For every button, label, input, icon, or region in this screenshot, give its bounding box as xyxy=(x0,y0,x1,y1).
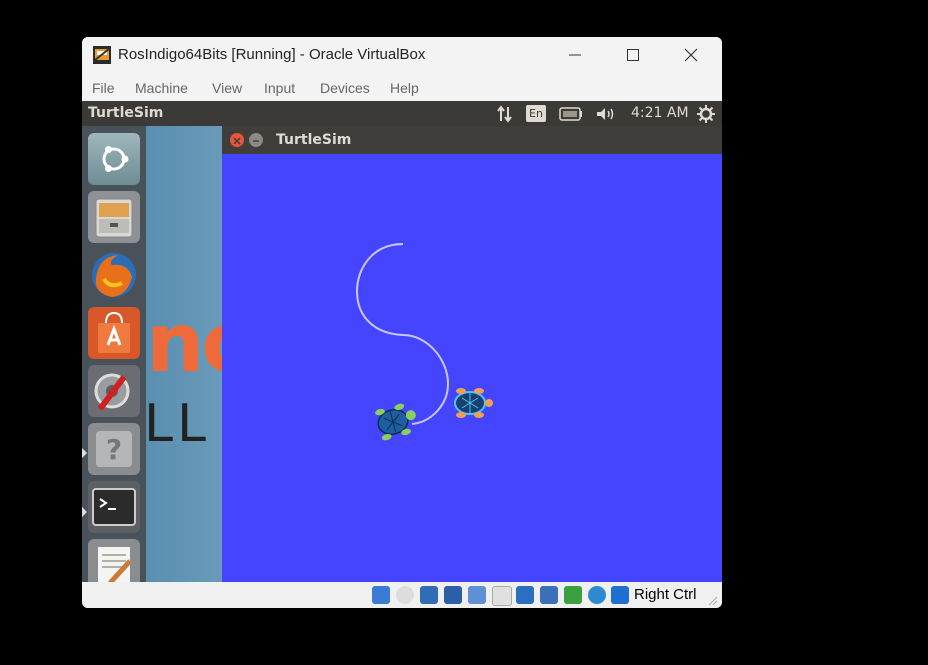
launcher-terminal[interactable] xyxy=(88,481,140,533)
turtlesim-drawing xyxy=(355,243,493,441)
host-key-label: Right Ctrl xyxy=(634,586,697,603)
virtualbox-window: RosIndigo64Bits [Running] - Oracle Virtu… xyxy=(82,37,722,608)
guest-display[interactable]: TurtleSim En 4:21 AM no LL A ? TurtleSim xyxy=(82,101,722,582)
launcher-firefox[interactable] xyxy=(88,249,140,301)
network-icon[interactable] xyxy=(496,105,514,123)
maximize-icon xyxy=(627,49,639,61)
turtle-2-icon xyxy=(454,388,493,418)
audio-icon[interactable] xyxy=(420,586,438,604)
launcher-files[interactable] xyxy=(88,191,140,243)
minimize-button[interactable] xyxy=(546,37,604,74)
shopping-bag-icon xyxy=(98,311,130,353)
menu-input[interactable]: Input xyxy=(264,80,295,96)
session-gear-icon[interactable] xyxy=(697,105,715,123)
clock[interactable]: 4:21 AM xyxy=(631,105,689,121)
terminal-icon xyxy=(92,488,136,526)
launcher-text-editor[interactable] xyxy=(88,539,140,582)
maximize-button[interactable] xyxy=(604,37,662,74)
turtle-trail xyxy=(355,243,450,425)
menu-help[interactable]: Help xyxy=(390,80,419,96)
turtlesim-canvas[interactable] xyxy=(222,154,722,582)
menu-file[interactable]: File xyxy=(92,80,115,96)
title-bar: RosIndigo64Bits [Running] - Oracle Virtu… xyxy=(82,37,722,74)
usb-icon[interactable] xyxy=(468,586,486,604)
window-title: RosIndigo64Bits [Running] - Oracle Virtu… xyxy=(118,46,426,63)
minimize-icon xyxy=(569,54,581,56)
volume-icon[interactable] xyxy=(595,105,617,123)
mouse-integration-icon[interactable] xyxy=(611,586,629,604)
close-button[interactable] xyxy=(662,37,720,74)
ubuntu-logo-icon xyxy=(102,146,129,172)
turtlesim-title: TurtleSim xyxy=(276,132,352,148)
virtualbox-app-icon xyxy=(93,46,111,64)
panel-app-title: TurtleSim xyxy=(88,105,164,121)
turtlesim-window: TurtleSim xyxy=(222,126,722,582)
status-bar: Right Ctrl xyxy=(82,582,722,608)
launcher-help[interactable]: ? xyxy=(88,423,140,475)
menu-bar: File Machine View Input Devices Help xyxy=(82,74,722,101)
video-capture-icon[interactable] xyxy=(540,586,558,604)
optical-drive-icon[interactable] xyxy=(396,586,414,604)
help-question-icon: ? xyxy=(96,431,132,467)
turtlesim-close-button[interactable] xyxy=(230,133,244,147)
file-cabinet-icon xyxy=(95,198,133,238)
launcher-software-center[interactable] xyxy=(88,307,140,359)
network-adapter-icon[interactable] xyxy=(444,586,462,604)
ubuntu-top-panel: TurtleSim En 4:21 AM xyxy=(82,101,722,126)
firefox-icon xyxy=(92,253,136,297)
battery-icon[interactable] xyxy=(559,107,583,121)
unity-launcher: ? xyxy=(82,126,146,582)
menu-view[interactable]: View xyxy=(212,80,242,96)
minimize-icon xyxy=(253,140,259,142)
shared-folders-icon[interactable] xyxy=(492,586,512,606)
launcher-pip xyxy=(82,448,87,458)
turtlesim-title-bar: TurtleSim xyxy=(222,126,722,154)
turtlesim-minimize-button[interactable] xyxy=(249,133,263,147)
settings-wrench-icon xyxy=(94,373,130,411)
cpu-activity-icon[interactable] xyxy=(564,586,582,604)
svg-text:?: ? xyxy=(106,433,122,466)
keyboard-layout-indicator[interactable]: En xyxy=(526,105,546,122)
text-editor-icon xyxy=(98,547,132,582)
display-icon[interactable] xyxy=(516,586,534,604)
menu-machine[interactable]: Machine xyxy=(135,80,188,96)
launcher-pip xyxy=(82,507,87,517)
launcher-system-settings[interactable] xyxy=(88,365,140,417)
resize-grip-icon[interactable] xyxy=(708,596,718,606)
guest-additions-icon[interactable] xyxy=(588,586,606,604)
close-icon xyxy=(684,48,698,62)
menu-devices[interactable]: Devices xyxy=(320,80,370,96)
close-icon xyxy=(233,137,241,145)
turtle-1-icon xyxy=(375,403,416,441)
launcher-dash-home[interactable] xyxy=(88,133,140,185)
hard-disk-icon[interactable] xyxy=(372,586,390,604)
